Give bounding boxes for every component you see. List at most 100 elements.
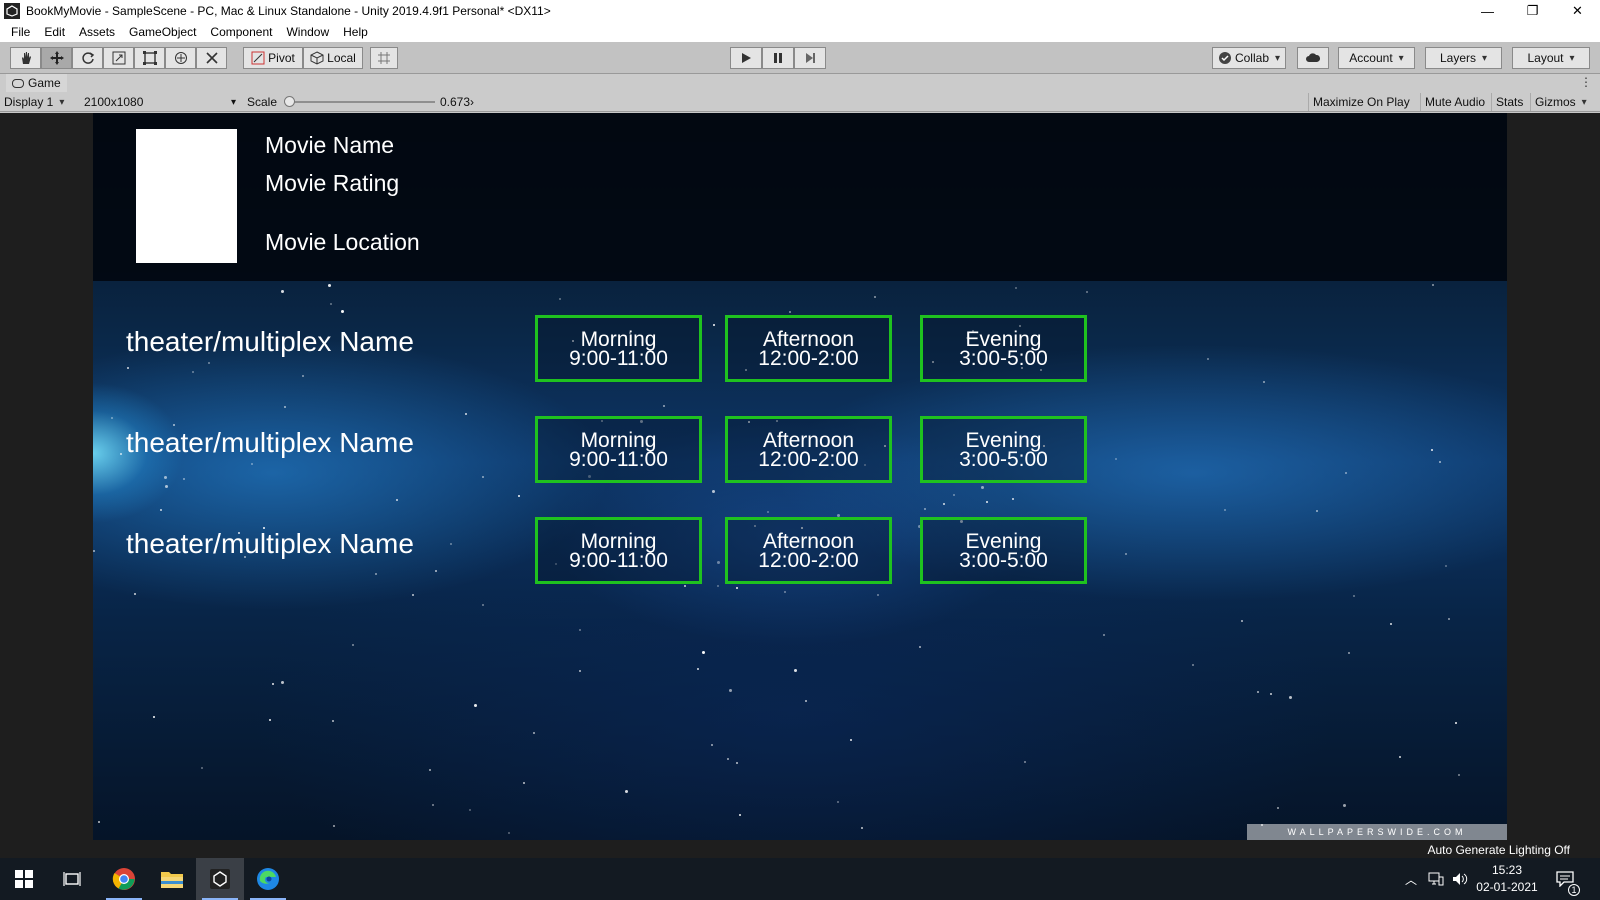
menu-component[interactable]: Component [203,25,279,39]
tab-menu-icon[interactable]: ⋮ [1580,75,1592,89]
custom-tool-button[interactable] [196,47,227,69]
scale-tool-button[interactable] [103,47,134,69]
local-icon [310,51,324,65]
transform-tool-button[interactable] [165,47,196,69]
star [981,486,984,489]
show-hidden-icons-button[interactable]: ︿ [1405,858,1417,900]
star [579,629,581,631]
star [435,570,437,572]
star [1343,804,1346,807]
pivot-toggle[interactable]: Pivot [243,47,303,69]
cloud-button[interactable] [1297,47,1329,69]
edge-icon [257,868,279,890]
menu-window[interactable]: Window [279,25,336,39]
star [482,604,484,606]
display-dropdown[interactable]: Display 1 [4,94,78,110]
maximize-on-play-toggle[interactable]: Maximize On Play [1308,93,1414,111]
mute-audio-toggle[interactable]: Mute Audio [1420,93,1489,111]
star [120,453,122,455]
chrome-taskbar-button[interactable] [100,858,148,900]
hand-tool-button[interactable] [10,47,41,69]
close-button[interactable]: ✕ [1555,0,1600,22]
star [450,543,452,545]
showtime-button-evening[interactable]: Evening 3:00-5:00 [920,517,1087,584]
star [474,704,477,707]
star [1263,381,1265,383]
menu-file[interactable]: File [4,25,37,39]
resolution-dropdown[interactable]: 2100x1080 ▾ [80,94,236,110]
play-button[interactable] [730,47,762,69]
transform-icon [174,52,187,64]
star [98,821,100,823]
minimize-button[interactable]: — [1465,0,1510,22]
star [663,405,665,407]
theater-name: theater/multiplex Name [126,528,414,559]
star [559,298,561,300]
taskbar-clock[interactable]: 15:23 02-01-2021 [1472,862,1542,896]
task-view-button[interactable] [48,858,96,900]
rect-tool-button[interactable] [134,47,165,69]
game-screen[interactable]: Movie Name Movie Rating Movie Location t… [93,113,1507,840]
gizmos-dropdown[interactable]: Gizmos [1530,93,1591,111]
star [837,801,839,803]
collab-dropdown[interactable]: Collab [1212,47,1286,69]
showtime-button-afternoon[interactable]: Afternoon 12:00-2:00 [725,517,892,584]
star [1103,634,1105,636]
step-button[interactable] [794,47,826,69]
menu-edit[interactable]: Edit [37,25,72,39]
slot-time: 12:00-2:00 [758,447,859,471]
unity-taskbar-button[interactable] [196,858,244,900]
showtime-button-morning[interactable]: Morning 9:00-11:00 [535,416,702,483]
star [208,362,210,364]
account-dropdown[interactable]: Account [1338,47,1415,69]
star [579,670,581,672]
star [1348,652,1350,654]
showtime-button-evening[interactable]: Evening 3:00-5:00 [920,416,1087,483]
star [711,744,713,746]
menu-assets[interactable]: Assets [72,25,122,39]
showtime-button-morning[interactable]: Morning 9:00-11:00 [535,315,702,382]
layout-dropdown[interactable]: Layout [1512,47,1590,69]
star [183,478,185,480]
showtime-button-morning[interactable]: Morning 9:00-11:00 [535,517,702,584]
scale-value: 0.673 [440,95,471,109]
resolution-label: 2100x1080 [84,95,144,109]
edge-taskbar-button[interactable] [244,858,292,900]
action-center-button[interactable]: 1 [1556,858,1580,900]
star [697,668,699,670]
move-tool-button[interactable] [41,47,72,69]
star [173,424,175,426]
file-explorer-taskbar-button[interactable] [148,858,196,900]
star [328,284,331,287]
star [784,591,786,593]
layers-dropdown[interactable]: Layers [1425,47,1502,69]
showtime-button-afternoon[interactable]: Afternoon 12:00-2:00 [725,416,892,483]
grid-snap-button[interactable] [370,47,398,69]
star [1432,284,1434,286]
tab-game[interactable]: Game [6,74,67,92]
tools-icon [205,52,218,64]
rotate-tool-button[interactable] [72,47,103,69]
volume-icon[interactable] [1452,858,1468,900]
showtime-button-evening[interactable]: Evening 3:00-5:00 [920,315,1087,382]
theater-name: theater/multiplex Name [126,427,414,458]
restore-button[interactable]: ❐ [1510,0,1555,22]
menu-help[interactable]: Help [336,25,375,39]
star [1277,807,1279,809]
scale-slider-track[interactable] [290,101,435,103]
scale-slider-handle[interactable] [284,96,295,107]
star [1125,553,1127,555]
local-toggle[interactable]: Local [303,47,363,69]
menu-gameobject[interactable]: GameObject [122,25,203,39]
collab-label: Collab [1234,51,1269,65]
stats-toggle[interactable]: Stats [1491,93,1527,111]
star [518,495,520,497]
showtime-button-afternoon[interactable]: Afternoon 12:00-2:00 [725,315,892,382]
network-icon[interactable] [1428,858,1444,900]
star [874,296,876,298]
chrome-icon [112,868,135,890]
movie-name: Movie Name [265,132,395,158]
start-button[interactable] [0,858,48,900]
pause-button[interactable] [762,47,794,69]
star [281,290,284,293]
